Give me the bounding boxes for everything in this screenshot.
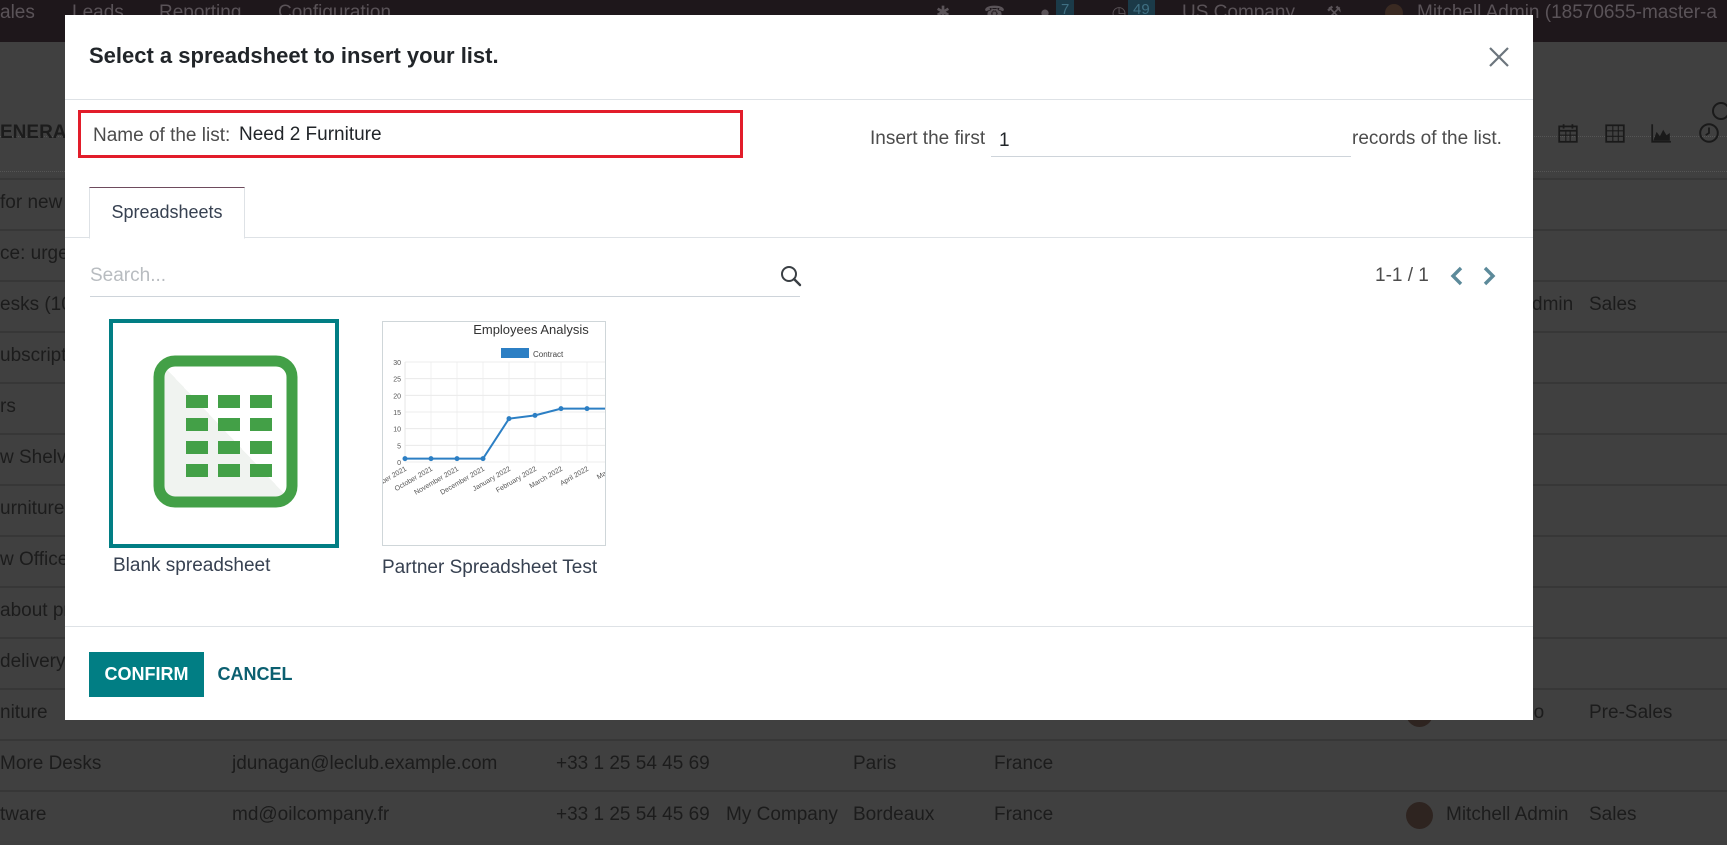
x-tick-label: April 2022 [559, 466, 590, 488]
pager-next-icon[interactable] [1479, 265, 1499, 287]
row-name: rs [0, 396, 16, 417]
table-row[interactable]: More Desks jdunagan@leclub.example.com +… [0, 739, 1727, 790]
data-point [454, 456, 460, 462]
row-name: urniture [0, 498, 65, 519]
employees-analysis-chart: Employees Analysis Contract 0 5 10 15 20 25 30… [383, 322, 606, 497]
list-name-label: Name of the list: [93, 125, 231, 146]
x-tick-label: May 2 [596, 466, 606, 482]
chart-legend: Contract [501, 348, 564, 359]
close-icon[interactable] [1485, 43, 1513, 71]
avatar [1406, 802, 1433, 829]
y-tick-label: 20 [393, 393, 401, 400]
row-company: My Company [726, 804, 838, 825]
dialog-footer: CONFIRM CANCEL [65, 626, 1533, 720]
x-tick-label: December 2021 [439, 466, 486, 497]
y-tick-label: 0 [397, 460, 401, 467]
graph-view-icon[interactable] [1650, 122, 1672, 144]
legend-swatch [501, 348, 529, 358]
search-input[interactable] [90, 262, 750, 290]
row-name: niture [0, 702, 48, 723]
row-name: w Office [0, 549, 69, 570]
activity-view-icon[interactable] [1698, 122, 1720, 144]
partner-spreadsheet-thumbnail[interactable]: Employees Analysis Contract 0 5 10 15 20 25 30… [382, 321, 606, 546]
cancel-button[interactable]: CANCEL [210, 652, 300, 697]
row-city: Paris [853, 753, 897, 774]
chart-title: Employees Analysis [473, 322, 589, 337]
pivot-view-icon[interactable] [1604, 122, 1626, 144]
series-line-contract [405, 407, 605, 460]
row-phone: +33 1 25 54 45 69 [556, 753, 710, 774]
data-point [428, 456, 434, 462]
row-name: esks (10 [0, 294, 72, 315]
card-label: Blank spreadsheet [113, 555, 271, 576]
row-phone: +33 1 25 54 45 69 [556, 804, 710, 825]
pager-previous-icon[interactable] [1447, 265, 1467, 287]
row-name: delivery [0, 651, 66, 672]
spreadsheet-icon [153, 355, 298, 508]
row-email: md@oilcompany.fr [232, 804, 390, 825]
data-point [480, 456, 486, 462]
data-point [402, 456, 408, 462]
y-tick-label: 25 [393, 377, 401, 384]
card-label: Partner Spreadsheet Test [382, 557, 598, 578]
insert-suffix-label: records of the list. [1352, 128, 1502, 149]
row-team: Pre-Sales [1589, 702, 1673, 723]
y-tick-label: 15 [393, 410, 401, 417]
x-tick-label: November 2021 [413, 466, 460, 497]
confirm-button[interactable]: CONFIRM [89, 652, 204, 697]
data-point [532, 412, 538, 418]
search-bar [90, 258, 802, 297]
row-country: France [994, 804, 1054, 825]
legend-label: Contract [533, 350, 564, 359]
list-name-input[interactable] [239, 121, 729, 149]
y-tick-label: 10 [393, 427, 401, 434]
data-point [558, 406, 564, 412]
calendar-view-icon[interactable] [1557, 122, 1579, 144]
pager-value: 1-1 / 1 [1375, 265, 1429, 286]
row-team: Sales [1589, 804, 1637, 825]
background-search-icon[interactable] [1712, 102, 1727, 120]
y-tick-label: 30 [393, 360, 401, 367]
row-team: Sales [1589, 294, 1637, 315]
row-email: jdunagan@leclub.example.com [232, 753, 498, 774]
data-point [506, 416, 512, 422]
blank-spreadsheet-thumbnail[interactable] [109, 319, 339, 548]
row-name: about pr [0, 600, 70, 621]
insert-list-dialog: Select a spreadsheet to insert your list… [65, 15, 1533, 720]
row-country: France [994, 753, 1054, 774]
row-name: for new [0, 192, 63, 213]
row-name: ce: urge [0, 243, 69, 264]
tab-bar: Spreadsheets [65, 186, 1533, 239]
search-icon[interactable] [780, 265, 802, 287]
row-name: ubscript [0, 345, 67, 366]
list-name-field-highlight: Name of the list: [78, 110, 743, 158]
insert-first-label: Insert the first [870, 128, 986, 149]
row-name: tware [0, 804, 47, 825]
tab-spreadsheets[interactable]: Spreadsheets [89, 187, 245, 239]
dialog-title: Select a spreadsheet to insert your list… [89, 43, 499, 68]
data-point [584, 406, 590, 412]
dialog-header: Select a spreadsheet to insert your list… [65, 15, 1533, 100]
row-name: More Desks [0, 753, 102, 774]
record-count-input[interactable] [991, 125, 1351, 157]
row-salesperson: Mitchell Admin [1446, 804, 1569, 825]
table-row[interactable]: tware md@oilcompany.fr +33 1 25 54 45 69… [0, 790, 1727, 841]
nav-menu-sales[interactable]: ales [0, 2, 35, 24]
row-salesperson: dmin [1532, 294, 1574, 315]
y-tick-label: 5 [397, 443, 401, 450]
row-city: Bordeaux [853, 804, 935, 825]
